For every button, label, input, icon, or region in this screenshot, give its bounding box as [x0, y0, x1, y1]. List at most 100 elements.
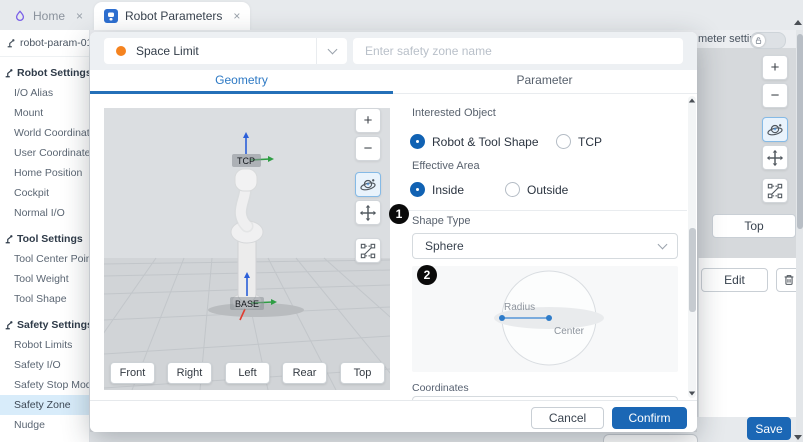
bg-zoom-out-button[interactable]: − [762, 83, 788, 108]
sidebar-item-safety-stop-modes[interactable]: Safety Stop Modes [0, 375, 89, 395]
zone-type-value: Space Limit [136, 44, 316, 58]
project-name: robot-param-01 [20, 37, 90, 49]
measure-nodes-icon [360, 243, 376, 259]
robot-arm-icon [4, 234, 14, 244]
modal-tabs: Geometry Parameter [90, 70, 697, 94]
radio-robot-tool-shape[interactable] [410, 134, 425, 149]
sidebar-item-safety-io[interactable]: Safety I/O [0, 355, 89, 375]
hidden-panel-edge [603, 434, 698, 442]
sidebar-item-tool-weight[interactable]: Tool Weight [0, 269, 89, 289]
page-scrollbar[interactable] [796, 30, 803, 442]
robot-3d-viewer[interactable]: TCP BASE + − [104, 108, 390, 390]
sidebar-item-tool-shape[interactable]: Tool Shape [0, 289, 89, 309]
orbit-icon [359, 176, 377, 194]
viewer-pan-button[interactable] [355, 200, 381, 225]
sidebar-section-tool-settings: Tool Settings [0, 229, 89, 249]
tcp-label: TCP [237, 156, 255, 166]
radio-tcp[interactable] [556, 134, 571, 149]
shape-type-select[interactable]: Sphere [412, 233, 678, 259]
save-button[interactable]: Save [747, 417, 791, 440]
measure-nodes-icon [767, 183, 783, 199]
view-rear-button[interactable]: Rear [282, 362, 327, 384]
scroll-down-icon[interactable] [689, 392, 695, 396]
view-front-button[interactable]: Front [110, 362, 155, 384]
bg-orbit-button[interactable] [762, 117, 788, 142]
sidebar-section-safety-settings: Safety Settings [0, 315, 89, 335]
sidebar-item-user-coordinates[interactable]: User Coordinates [0, 143, 89, 163]
settings-lock-toggle[interactable] [750, 32, 786, 49]
scroll-down-icon[interactable] [794, 435, 802, 440]
viewer-orbit-button[interactable] [355, 172, 381, 197]
pan-icon [766, 149, 784, 167]
tab-home[interactable]: Home × [4, 3, 93, 29]
bg-top-view-button[interactable]: Top [712, 214, 796, 238]
view-top-button[interactable]: Top [340, 362, 385, 384]
tab-home-close-icon[interactable]: × [76, 9, 83, 23]
tab-robot-parameters-close-icon[interactable]: × [233, 9, 240, 23]
sidebar-section-robot-settings: Robot Settings [0, 63, 89, 83]
scroll-up-icon[interactable] [794, 20, 802, 25]
tab-parameter[interactable]: Parameter [393, 73, 696, 87]
sidebar-item-safety-zone[interactable]: Safety Zone [0, 395, 89, 415]
modal-scrollbar[interactable] [688, 96, 696, 398]
sidebar-item-mount[interactable]: Mount [0, 103, 89, 123]
radio-outside[interactable] [505, 182, 520, 197]
sidebar-item-home-position[interactable]: Home Position [0, 163, 89, 183]
top-view-label: Top [744, 219, 763, 233]
section-title: Robot Settings [17, 67, 90, 79]
sidebar-item-tool-center-point[interactable]: Tool Center Point [0, 249, 89, 269]
viewer-zoom-out-button[interactable]: − [355, 136, 381, 161]
app-logo-icon [14, 10, 26, 22]
tab-home-label: Home [33, 9, 65, 23]
modal-footer: Cancel Confirm [90, 400, 697, 432]
section-title: Safety Settings [17, 319, 90, 331]
page-scrollbar-thumb[interactable] [797, 34, 803, 229]
sidebar-item-world-coordinates[interactable]: World Coordinates [0, 123, 89, 143]
app-screen: Home × Robot Parameters × robot-param-01… [0, 0, 803, 442]
interested-object-label: Interested Object [412, 107, 496, 119]
zone-type-chevron-box [316, 38, 347, 64]
bg-zoom-in-button[interactable]: + [762, 55, 788, 80]
zone-type-status-dot [116, 46, 126, 56]
radio-inside[interactable] [410, 182, 425, 197]
zone-type-select[interactable]: Space Limit [104, 38, 347, 64]
sidebar-item-normal-io[interactable]: Normal I/O [0, 203, 89, 223]
confirm-button[interactable]: Confirm [612, 407, 687, 429]
tab-geometry[interactable]: Geometry [90, 73, 393, 87]
effective-area-label: Effective Area [412, 160, 480, 172]
sidebar-item-cockpit[interactable]: Cockpit [0, 183, 89, 203]
zone-name-input[interactable] [353, 38, 683, 64]
bg-measure-button[interactable] [762, 178, 788, 203]
viewer-measure-button[interactable] [355, 238, 381, 263]
robot-project-icon [6, 38, 16, 48]
sidebar-item-nudge[interactable]: Nudge [0, 415, 89, 435]
annotation-step-2: 2 [417, 265, 437, 285]
chevron-down-icon [327, 45, 337, 55]
scroll-up-icon[interactable] [689, 99, 695, 103]
sidebar-item-robot-limits[interactable]: Robot Limits [0, 335, 89, 355]
shape-type-label: Shape Type [412, 215, 471, 227]
cancel-button[interactable]: Cancel [531, 407, 604, 429]
robot-arm-icon [4, 320, 14, 330]
robot-scene: TCP BASE [104, 108, 390, 390]
bg-pan-button[interactable] [762, 145, 788, 170]
save-label: Save [755, 422, 782, 436]
plus-icon: + [771, 59, 780, 76]
edit-button[interactable]: Edit [701, 268, 768, 292]
view-right-button[interactable]: Right [167, 362, 212, 384]
tab-robot-parameters[interactable]: Robot Parameters × [94, 2, 250, 30]
sphere-diagram: Radius Center [412, 266, 678, 372]
radio-inside-label: Inside [432, 183, 464, 197]
view-left-button[interactable]: Left [225, 362, 270, 384]
sidebar-item-io-alias[interactable]: I/O Alias [0, 83, 89, 103]
shape-type-value: Sphere [425, 239, 647, 253]
safety-zone-modal: Space Limit Geometry Parameter [90, 32, 697, 432]
shape-type-chevron-box [647, 234, 677, 258]
panel-divider [405, 210, 687, 211]
plus-icon: + [364, 112, 373, 129]
edit-label: Edit [724, 273, 745, 287]
viewer-zoom-in-button[interactable]: + [355, 108, 381, 133]
lock-icon [755, 37, 762, 44]
radius-label: Radius [504, 302, 535, 313]
modal-scrollbar-thumb[interactable] [689, 228, 696, 312]
